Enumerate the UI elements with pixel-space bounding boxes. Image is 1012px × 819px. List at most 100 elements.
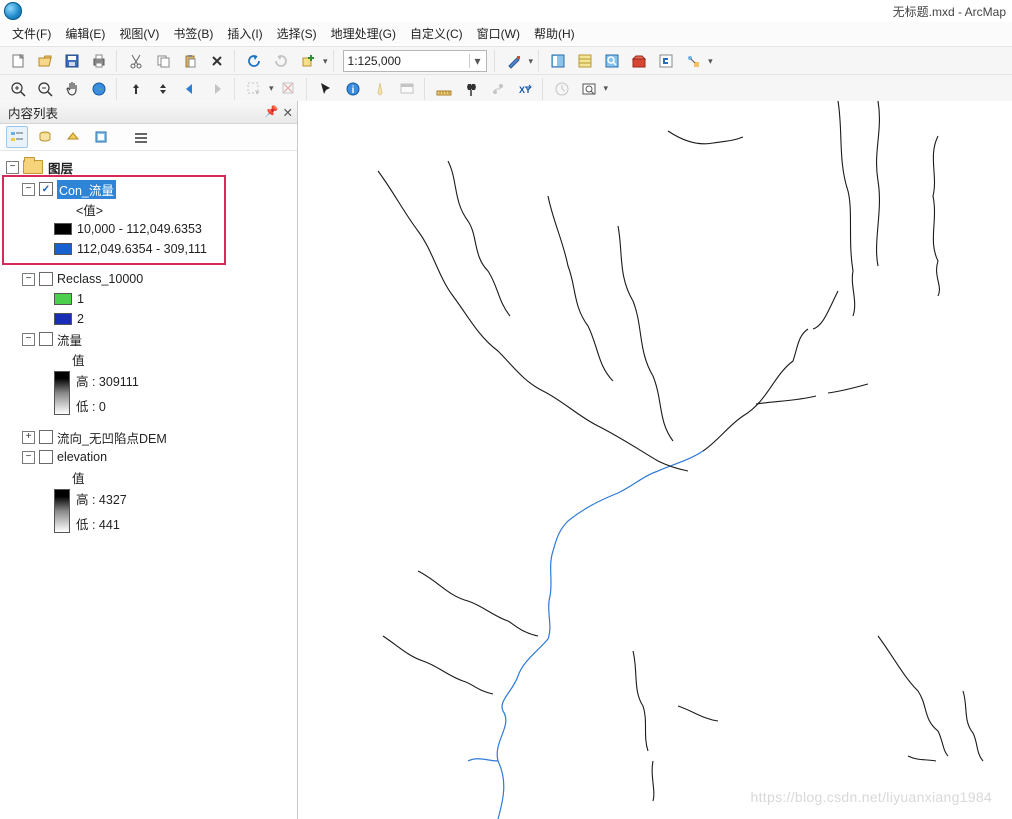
print-icon[interactable] bbox=[87, 49, 111, 73]
pin-icon[interactable]: 📌 bbox=[265, 105, 279, 120]
layer-checkbox[interactable] bbox=[39, 182, 53, 196]
catalog-icon[interactable] bbox=[573, 49, 597, 73]
create-viewer-icon[interactable] bbox=[577, 77, 601, 101]
undo-icon[interactable] bbox=[242, 49, 266, 73]
delete-icon[interactable] bbox=[205, 49, 229, 73]
dropdown-arrow-icon[interactable]: ▾ bbox=[529, 56, 534, 67]
identify-icon[interactable]: i bbox=[341, 77, 365, 101]
menu-select[interactable]: 选择(S) bbox=[277, 25, 317, 42]
layer-checkbox[interactable] bbox=[39, 332, 53, 346]
separator bbox=[424, 78, 427, 100]
editor-toolbar-icon[interactable] bbox=[502, 49, 526, 73]
expand-toggle[interactable] bbox=[22, 451, 35, 464]
dropdown-arrow-icon[interactable]: ▾ bbox=[269, 83, 274, 94]
map-view[interactable]: https://blog.csdn.net/liyuanxiang1984 bbox=[298, 101, 1012, 819]
list-by-drawing-order-icon[interactable] bbox=[6, 126, 28, 148]
expand-toggle[interactable] bbox=[6, 161, 19, 174]
dataframe-icon bbox=[23, 160, 43, 174]
menu-view[interactable]: 视图(V) bbox=[119, 25, 159, 42]
fixed-zoom-in-icon[interactable] bbox=[124, 77, 148, 101]
time-slider-icon[interactable] bbox=[550, 77, 574, 101]
arc-toolbox-icon[interactable] bbox=[627, 49, 651, 73]
options-icon[interactable] bbox=[130, 126, 152, 148]
select-elements-icon[interactable] bbox=[314, 77, 338, 101]
table-of-contents-icon[interactable] bbox=[546, 49, 570, 73]
layer-name-flow[interactable]: 流量 bbox=[57, 330, 82, 349]
search-icon[interactable] bbox=[600, 49, 624, 73]
open-icon[interactable] bbox=[33, 49, 57, 73]
go-to-xy-icon[interactable]: XY bbox=[513, 77, 537, 101]
python-icon[interactable] bbox=[654, 49, 678, 73]
toc-tree[interactable]: 图层 Con_流量 <值> 10,000 - 112,049.6353 112,… bbox=[0, 151, 297, 819]
layer-checkbox[interactable] bbox=[39, 450, 53, 464]
select-features-icon[interactable] bbox=[242, 77, 266, 101]
stretch-ramp-icon[interactable] bbox=[54, 489, 70, 533]
go-forward-icon[interactable] bbox=[205, 77, 229, 101]
value-header: <值> bbox=[76, 200, 103, 219]
clear-selection-icon[interactable] bbox=[277, 77, 301, 101]
layer-name-dem[interactable]: 流向_无凹陷点DEM bbox=[57, 428, 167, 447]
full-extent-icon[interactable] bbox=[87, 77, 111, 101]
list-by-visibility-icon[interactable] bbox=[62, 126, 84, 148]
pan-icon[interactable] bbox=[60, 77, 84, 101]
dropdown-arrow-icon[interactable]: ▾ bbox=[604, 83, 609, 94]
layer-name-elevation[interactable]: elevation bbox=[57, 450, 107, 464]
new-icon[interactable] bbox=[6, 49, 30, 73]
add-data-icon[interactable] bbox=[296, 49, 320, 73]
menu-customize[interactable]: 自定义(C) bbox=[410, 25, 463, 42]
stretch-high-label: 高 : 4327 bbox=[76, 489, 127, 508]
go-back-icon[interactable] bbox=[178, 77, 202, 101]
expand-toggle[interactable] bbox=[22, 333, 35, 346]
paste-icon[interactable] bbox=[178, 49, 202, 73]
layer-name-reclass[interactable]: Reclass_10000 bbox=[57, 272, 143, 286]
symbol-swatch-black[interactable] bbox=[54, 223, 72, 235]
redo-icon[interactable] bbox=[269, 49, 293, 73]
fixed-zoom-out-icon[interactable] bbox=[151, 77, 175, 101]
separator bbox=[538, 50, 541, 72]
list-by-selection-icon[interactable] bbox=[90, 126, 112, 148]
separator bbox=[234, 78, 237, 100]
expand-toggle[interactable] bbox=[22, 183, 35, 196]
table-of-contents-panel: 内容列表 📌 ✕ 图层 Con_流量 <值> bbox=[0, 101, 298, 819]
hyperlink-icon[interactable] bbox=[368, 77, 392, 101]
menu-geoprocessing[interactable]: 地理处理(G) bbox=[331, 25, 396, 42]
stretch-high-label: 高 : 309111 bbox=[76, 371, 139, 390]
expand-toggle[interactable] bbox=[22, 431, 35, 444]
expand-toggle[interactable] bbox=[22, 273, 35, 286]
layer-checkbox[interactable] bbox=[39, 272, 53, 286]
menu-insert[interactable]: 插入(I) bbox=[227, 25, 262, 42]
find-route-icon[interactable] bbox=[486, 77, 510, 101]
zoom-out-icon[interactable] bbox=[33, 77, 57, 101]
zoom-in-icon[interactable] bbox=[6, 77, 30, 101]
layer-name-con[interactable]: Con_流量 bbox=[57, 180, 116, 199]
copy-icon[interactable] bbox=[151, 49, 175, 73]
symbol-swatch-dblue[interactable] bbox=[54, 313, 72, 325]
class-label: 10,000 - 112,049.6353 bbox=[77, 222, 202, 236]
stretch-low-label: 低 : 441 bbox=[76, 514, 127, 533]
list-by-source-icon[interactable] bbox=[34, 126, 56, 148]
standard-toolbar: ▾ 1:125,000 ▾ ▾ ▾ bbox=[0, 46, 1012, 76]
save-icon[interactable] bbox=[60, 49, 84, 73]
menu-file[interactable]: 文件(F) bbox=[12, 25, 51, 42]
find-icon[interactable] bbox=[459, 77, 483, 101]
dropdown-arrow-icon[interactable]: ▾ bbox=[708, 56, 713, 67]
cut-icon[interactable] bbox=[124, 49, 148, 73]
stretch-low-label: 低 : 0 bbox=[76, 396, 139, 415]
symbol-swatch-green[interactable] bbox=[54, 293, 72, 305]
model-builder-icon[interactable] bbox=[681, 49, 705, 73]
map-scale-combobox[interactable]: 1:125,000 ▾ bbox=[343, 50, 487, 72]
dropdown-arrow-icon[interactable]: ▾ bbox=[323, 56, 328, 67]
class-label: 112,049.6354 - 309,111 bbox=[77, 242, 207, 256]
stretch-ramp-icon[interactable] bbox=[54, 371, 70, 415]
menu-window[interactable]: 窗口(W) bbox=[477, 25, 520, 42]
toc-root-label[interactable]: 图层 bbox=[48, 158, 73, 177]
menu-edit[interactable]: 编辑(E) bbox=[65, 25, 105, 42]
measure-icon[interactable] bbox=[432, 77, 456, 101]
class-label: 2 bbox=[77, 312, 84, 326]
html-popup-icon[interactable] bbox=[395, 77, 419, 101]
symbol-swatch-blue[interactable] bbox=[54, 243, 72, 255]
close-icon[interactable]: ✕ bbox=[283, 105, 293, 120]
menu-bookmarks[interactable]: 书签(B) bbox=[173, 25, 213, 42]
layer-checkbox[interactable] bbox=[39, 430, 53, 444]
menu-help[interactable]: 帮助(H) bbox=[534, 25, 575, 42]
